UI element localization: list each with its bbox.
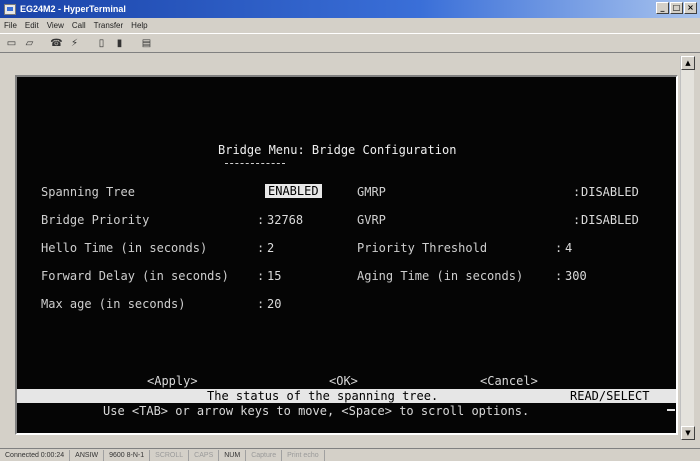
receive-icon[interactable]: ▮	[112, 36, 127, 51]
status-connection: Connected 0:00:24	[0, 449, 71, 461]
status-scroll: SCROLL	[150, 449, 190, 461]
toolbar: ▭ ▱ ☎ ⚡ ▯ ▮ ▤	[0, 33, 700, 53]
priority-threshold-label: Priority Threshold	[357, 241, 488, 255]
apply-action[interactable]: <Apply>	[147, 374, 198, 388]
vertical-scrollbar[interactable]: ▲ ▼	[680, 56, 695, 440]
menu-edit[interactable]: Edit	[25, 21, 39, 30]
status-emulation: ANSIW	[70, 449, 105, 461]
max-age-value[interactable]: 20	[267, 297, 281, 311]
hello-time-value[interactable]: 2	[267, 241, 274, 255]
menu-file[interactable]: File	[4, 21, 17, 30]
priority-threshold-sep: :	[555, 241, 563, 255]
terminal-cursor	[667, 409, 675, 411]
window-title: EG24M2 - HyperTerminal	[20, 4, 126, 14]
menu-transfer[interactable]: Transfer	[94, 21, 124, 30]
maximize-button[interactable]: □	[670, 2, 683, 14]
field-hint: The status of the spanning tree.	[207, 389, 439, 403]
aging-time-sep: :	[555, 269, 563, 283]
status-capture: Capture	[246, 449, 283, 461]
heading-underline	[225, 163, 285, 164]
gvrp-value[interactable]: DISABLED	[581, 213, 639, 227]
status-caps: CAPS	[189, 449, 220, 461]
mode-indicator: READ/SELECT	[570, 389, 650, 403]
minimize-button[interactable]: _	[656, 2, 669, 14]
menu-help[interactable]: Help	[131, 21, 147, 30]
aging-time-label: Aging Time (in seconds)	[357, 269, 524, 283]
key-help-line: Use <TAB> or arrow keys to move, <Space>…	[103, 404, 530, 418]
status-hint-bar: The status of the spanning tree. READ/SE…	[17, 389, 676, 403]
scroll-up-icon[interactable]: ▲	[681, 56, 695, 70]
gmrp-label: GMRP	[357, 185, 386, 199]
bridge-priority-value[interactable]: 32768	[267, 213, 303, 227]
spanning-tree-value[interactable]: ENABLED	[265, 184, 322, 198]
close-button[interactable]: ×	[684, 2, 697, 14]
ok-action[interactable]: <OK>	[329, 374, 358, 388]
hello-time-sep: :	[257, 241, 265, 255]
disconnect-icon[interactable]: ⚡	[67, 36, 82, 51]
menu-call[interactable]: Call	[72, 21, 86, 30]
hyperterminal-icon	[4, 3, 16, 15]
dial-icon[interactable]: ☎	[49, 36, 64, 51]
window-controls: _ □ ×	[656, 2, 697, 14]
gmrp-value[interactable]: DISABLED	[581, 185, 639, 199]
priority-threshold-value[interactable]: 4	[565, 241, 572, 255]
send-icon[interactable]: ▯	[94, 36, 109, 51]
aging-time-value[interactable]: 300	[565, 269, 587, 283]
menu-heading: Bridge Menu: Bridge Configuration	[218, 143, 457, 157]
cancel-action[interactable]: <Cancel>	[480, 374, 538, 388]
open-icon[interactable]: ▱	[22, 36, 37, 51]
terminal-screen[interactable]: Bridge Menu: Bridge Configuration Spanni…	[15, 75, 678, 435]
status-print-echo: Print echo	[282, 449, 325, 461]
gvrp-label: GVRP	[357, 213, 386, 227]
gvrp-sep: :	[573, 213, 581, 227]
bridge-priority-sep: :	[257, 213, 265, 227]
title-bar: EG24M2 - HyperTerminal _ □ ×	[0, 0, 700, 18]
max-age-label: Max age (in seconds)	[41, 297, 186, 311]
bridge-priority-label: Bridge Priority	[41, 213, 150, 227]
hello-time-label: Hello Time (in seconds)	[41, 241, 208, 255]
gmrp-sep: :	[573, 185, 581, 199]
status-num: NUM	[219, 449, 247, 461]
status-port-settings: 9600 8-N-1	[104, 449, 151, 461]
forward-delay-sep: :	[257, 269, 265, 283]
status-bar: Connected 0:00:24 ANSIW 9600 8-N-1 SCROL…	[0, 448, 700, 461]
forward-delay-label: Forward Delay (in seconds)	[41, 269, 229, 283]
menu-view[interactable]: View	[47, 21, 64, 30]
terminal-frame	[0, 56, 15, 436]
menu-bar: File Edit View Call Transfer Help	[0, 18, 700, 32]
max-age-sep: :	[257, 297, 265, 311]
new-icon[interactable]: ▭	[4, 36, 19, 51]
properties-icon[interactable]: ▤	[139, 36, 154, 51]
forward-delay-value[interactable]: 15	[267, 269, 281, 283]
scroll-down-icon[interactable]: ▼	[681, 426, 695, 440]
spanning-tree-label: Spanning Tree	[41, 185, 135, 199]
